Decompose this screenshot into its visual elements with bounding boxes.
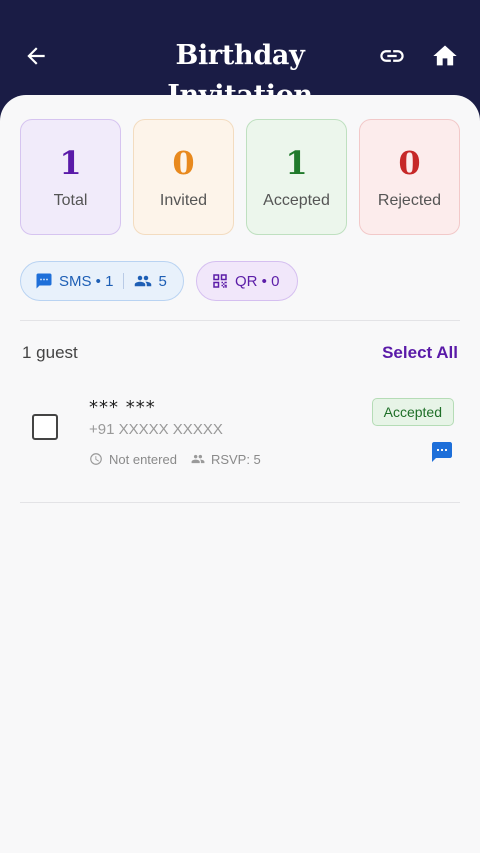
guest-phone: +91 XXXXX XXXXX — [89, 421, 223, 438]
sms-group-count: 5 — [158, 272, 167, 290]
entry-status: Not entered — [109, 451, 177, 467]
list-header: 1 guest Select All — [22, 341, 458, 365]
divider — [20, 320, 460, 321]
rsvp-count: RSVP: 5 — [210, 451, 261, 467]
stat-card-total[interactable]: 1 Total — [20, 119, 121, 235]
guest-count: 1 guest — [22, 343, 78, 362]
app-header: Birthday Invitation — [0, 0, 480, 111]
sms-icon — [35, 272, 53, 290]
home-button[interactable] — [425, 36, 465, 76]
people-icon — [191, 452, 205, 466]
guest-meta: Not entered RSVP: 5 — [89, 451, 261, 467]
select-all-button[interactable]: Select All — [382, 341, 458, 365]
stat-total-label: Total — [53, 192, 88, 209]
stat-accepted-value: 1 — [285, 144, 308, 182]
home-icon — [433, 45, 457, 66]
stat-accepted-label: Accepted — [263, 192, 330, 209]
sms-chip[interactable]: SMS • 1 5 — [20, 261, 184, 301]
chip-separator — [123, 273, 125, 289]
page-title: Birthday Invitation — [167, 40, 313, 111]
stat-invited-value: 0 — [172, 144, 195, 182]
guest-name: *** *** — [89, 397, 156, 418]
stat-card-invited[interactable]: 0 Invited — [133, 119, 234, 235]
status-badge: Accepted — [371, 398, 454, 426]
sms-chip-label: SMS • 1 — [59, 272, 114, 290]
qr-chip-label: QR • 0 — [235, 272, 280, 290]
arrow-left-icon — [27, 47, 45, 65]
stat-card-rejected[interactable]: 0 Rejected — [359, 119, 460, 235]
stat-rejected-value: 0 — [398, 144, 421, 182]
group-icon — [134, 272, 152, 290]
clock-icon — [89, 452, 103, 466]
qr-code-icon — [211, 272, 229, 290]
content-sheet: 1 Total 0 Invited 1 Accepted 0 Rejected … — [0, 95, 480, 853]
guest-row[interactable]: *** *** +91 XXXXX XXXXX Not entered RSVP… — [20, 390, 460, 500]
sms-message-icon[interactable] — [430, 440, 454, 464]
divider — [20, 502, 460, 503]
back-button[interactable] — [16, 36, 56, 76]
stat-card-accepted[interactable]: 1 Accepted — [246, 119, 347, 235]
stat-rejected-label: Rejected — [377, 192, 442, 209]
stats-row: 1 Total 0 Invited 1 Accepted 0 Rejected — [20, 119, 460, 235]
link-icon — [380, 50, 404, 62]
qr-chip[interactable]: QR • 0 — [196, 261, 298, 301]
share-link-button[interactable] — [372, 36, 412, 76]
guest-checkbox[interactable] — [32, 414, 58, 440]
stat-invited-label: Invited — [159, 192, 208, 209]
channel-chips: SMS • 1 5 QR • 0 — [20, 261, 460, 301]
stat-total-value: 1 — [59, 144, 82, 182]
